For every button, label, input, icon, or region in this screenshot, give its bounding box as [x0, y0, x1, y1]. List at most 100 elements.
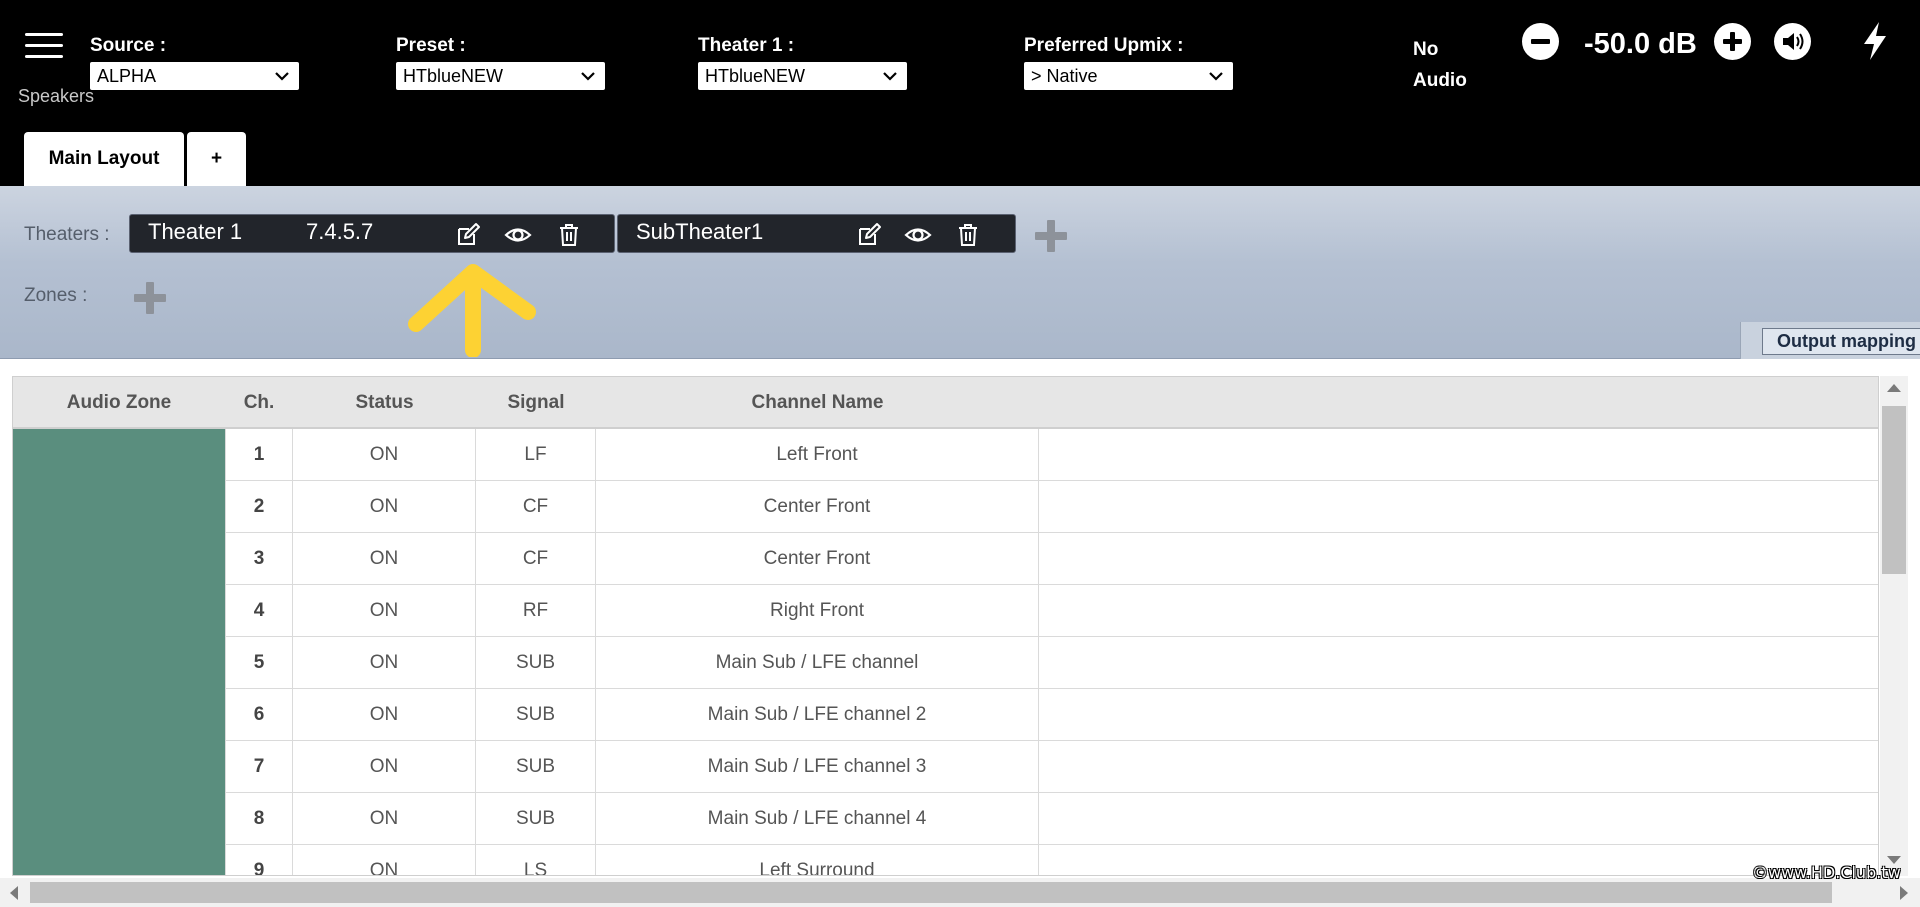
- hamburger-menu-icon[interactable]: [25, 33, 63, 59]
- channel-number: 2: [225, 481, 293, 532]
- mute-button[interactable]: [1774, 23, 1811, 60]
- vertical-scrollbar[interactable]: [1880, 376, 1908, 876]
- source-label: Source :: [90, 35, 167, 56]
- channel-status: ON: [293, 429, 476, 480]
- volume-up-button[interactable]: [1714, 23, 1751, 60]
- channel-number: 8: [225, 793, 293, 844]
- scroll-up-arrow-icon[interactable]: [1887, 384, 1901, 392]
- table-row[interactable]: 3 ON CF Center Front: [225, 533, 1878, 585]
- channel-name: Center Front: [596, 481, 1039, 532]
- channel-status: ON: [293, 585, 476, 636]
- horizontal-scrollbar[interactable]: [0, 878, 1920, 907]
- theater-name: Theater 1: [148, 219, 243, 244]
- channel-name: Main Sub / LFE channel 3: [596, 741, 1039, 792]
- preset-label: Preset :: [396, 35, 466, 56]
- edit-icon[interactable]: [856, 222, 882, 248]
- eye-icon[interactable]: [904, 222, 932, 248]
- add-theater-icon[interactable]: [1035, 220, 1067, 252]
- zones-label: Zones :: [24, 285, 88, 306]
- add-zone-icon[interactable]: [134, 282, 166, 314]
- table-header: Audio Zone Ch. Status Signal Channel Nam…: [13, 377, 1878, 429]
- volume-down-button[interactable]: [1522, 23, 1559, 60]
- channel-number: 1: [225, 429, 293, 480]
- row-filler: [1039, 533, 1878, 584]
- page-title: Speakers: [18, 86, 95, 106]
- tab-main-layout[interactable]: Main Layout: [24, 132, 184, 186]
- channel-status: ON: [293, 793, 476, 844]
- tab-add-layout[interactable]: +: [187, 132, 246, 186]
- row-filler: [1039, 585, 1878, 636]
- chevron-down-icon: [883, 72, 897, 81]
- scroll-right-arrow-icon[interactable]: [1900, 886, 1908, 900]
- channel-signal: SUB: [476, 741, 596, 792]
- audio-zone-color-cell[interactable]: [13, 429, 225, 875]
- horizontal-scroll-thumb[interactable]: [30, 882, 1832, 903]
- edit-icon[interactable]: [455, 222, 481, 248]
- scroll-left-arrow-icon[interactable]: [10, 886, 18, 900]
- preset-select-value: HTblueNEW: [403, 66, 504, 86]
- theater-select[interactable]: HTblueNEW: [698, 62, 907, 90]
- output-mapping-tab: Output mapping: [1740, 322, 1920, 359]
- preset-select[interactable]: HTblueNEW: [396, 62, 605, 90]
- upmix-label: Preferred Upmix :: [1024, 35, 1184, 56]
- source-select-value: ALPHA: [97, 66, 157, 86]
- trash-icon[interactable]: [955, 222, 981, 248]
- table-row[interactable]: 2 ON CF Center Front: [225, 481, 1878, 533]
- upmix-select[interactable]: > Native: [1024, 62, 1233, 90]
- eye-icon[interactable]: [504, 222, 532, 248]
- table-row[interactable]: 6 ON SUB Main Sub / LFE channel 2: [225, 689, 1878, 741]
- channel-name: Center Front: [596, 533, 1039, 584]
- row-filler: [1039, 637, 1878, 688]
- column-header-status: Status: [355, 392, 414, 413]
- table-row[interactable]: 9 ON LS Left Surround: [225, 845, 1878, 875]
- trash-icon[interactable]: [556, 222, 582, 248]
- channel-number: 5: [225, 637, 293, 688]
- audio-status: No Audio: [1413, 39, 1467, 91]
- column-header-channel: Ch.: [243, 392, 275, 413]
- channel-signal: SUB: [476, 793, 596, 844]
- channel-name: Main Sub / LFE channel 4: [596, 793, 1039, 844]
- theater-control: Theater 1 : HTblueNEW: [698, 34, 907, 90]
- source-select[interactable]: ALPHA: [90, 62, 299, 90]
- channel-status: ON: [293, 689, 476, 740]
- row-filler: [1039, 429, 1878, 480]
- speaker-icon: [1774, 23, 1811, 60]
- upmix-select-value: > Native: [1031, 66, 1098, 86]
- column-header-audio-zone: Audio Zone: [66, 392, 172, 413]
- channel-name: Main Sub / LFE channel: [596, 637, 1039, 688]
- channel-number: 3: [225, 533, 293, 584]
- theater-card-subtheater-1[interactable]: SubTheater1: [617, 214, 1016, 253]
- table-row[interactable]: 1 ON LF Left Front: [225, 429, 1878, 481]
- output-mapping-button[interactable]: Output mapping: [1762, 328, 1920, 355]
- channel-number: 6: [225, 689, 293, 740]
- column-header-channel-name: Channel Name: [751, 392, 884, 413]
- theater-format: 7.4.5.7: [306, 219, 374, 244]
- row-filler: [1039, 741, 1878, 792]
- row-filler: [1039, 481, 1878, 532]
- channel-signal: LS: [476, 845, 596, 875]
- preset-control: Preset : HTblueNEW: [396, 34, 605, 90]
- theater-name: SubTheater1: [636, 219, 764, 244]
- channel-name: Main Sub / LFE channel 2: [596, 689, 1039, 740]
- table-row[interactable]: 8 ON SUB Main Sub / LFE channel 4: [225, 793, 1878, 845]
- top-header: Source : ALPHA Preset : HTblueNEW Theate…: [0, 0, 1920, 186]
- channel-number: 9: [225, 845, 293, 875]
- table-row[interactable]: 7 ON SUB Main Sub / LFE channel 3: [225, 741, 1878, 793]
- lightning-bolt-icon: [1864, 22, 1886, 60]
- watermark: ©www.HD.Club.tw: [1752, 863, 1901, 882]
- vertical-scroll-thumb[interactable]: [1882, 406, 1906, 574]
- channel-name: Left Front: [596, 429, 1039, 480]
- theater-card-theater-1[interactable]: Theater 1 7.4.5.7: [129, 214, 615, 253]
- channel-signal: LF: [476, 429, 596, 480]
- chevron-down-icon: [581, 72, 595, 81]
- theaters-label: Theaters :: [24, 224, 110, 245]
- chevron-down-icon: [1209, 72, 1223, 81]
- table-row[interactable]: 5 ON SUB Main Sub / LFE channel: [225, 637, 1878, 689]
- power-button[interactable]: [1860, 20, 1890, 62]
- channel-status: ON: [293, 637, 476, 688]
- channel-status: ON: [293, 741, 476, 792]
- row-filler: [1039, 689, 1878, 740]
- volume-level: -50.0 dB: [1584, 28, 1697, 60]
- theater-select-value: HTblueNEW: [705, 66, 806, 86]
- table-row[interactable]: 4 ON RF Right Front: [225, 585, 1878, 637]
